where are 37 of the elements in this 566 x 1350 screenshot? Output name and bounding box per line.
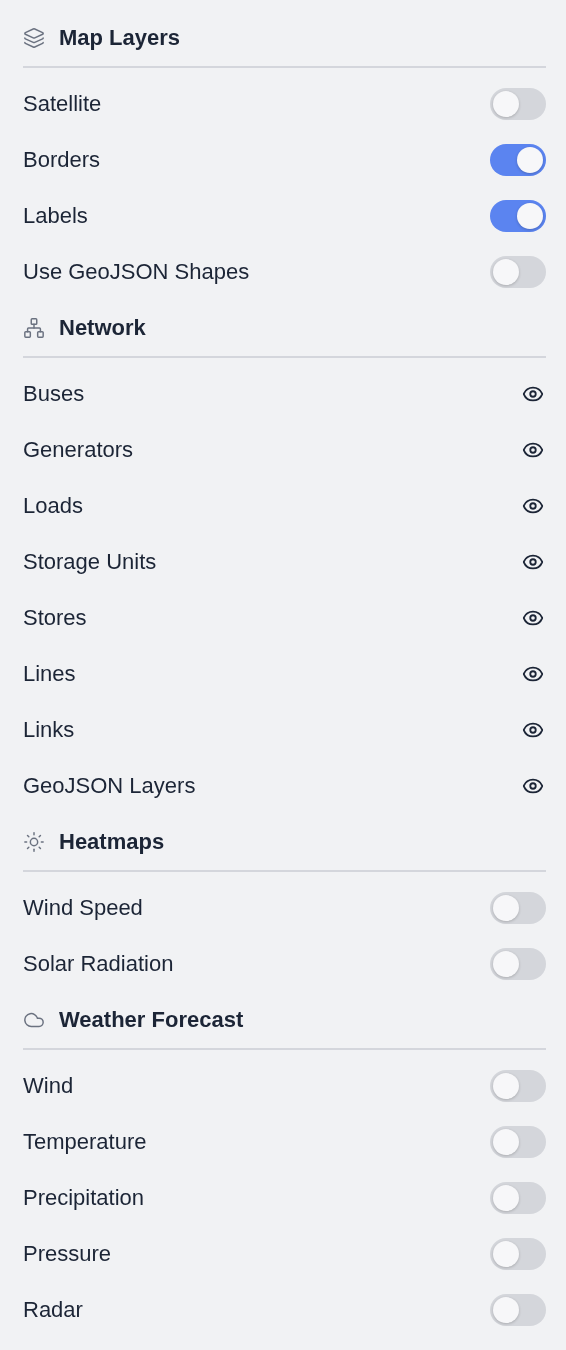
toggle-switch[interactable] bbox=[490, 200, 546, 232]
toggle-switch[interactable] bbox=[490, 1126, 546, 1158]
layer-label: Borders bbox=[23, 147, 101, 173]
toggle-switch[interactable] bbox=[490, 1070, 546, 1102]
layer-label: Stores bbox=[23, 605, 87, 631]
toggle-switch[interactable] bbox=[490, 88, 546, 120]
network-icon bbox=[23, 317, 45, 339]
layer-label: Links bbox=[23, 717, 75, 743]
layer-label: Wind Speed bbox=[23, 895, 143, 921]
layer-label: Precipitation bbox=[23, 1185, 145, 1211]
layer-label: Buses bbox=[23, 381, 85, 407]
layer-label: Wind bbox=[23, 1073, 74, 1099]
layer-label: Loads bbox=[23, 493, 83, 519]
sun-icon bbox=[23, 831, 45, 853]
toggle-switch[interactable] bbox=[490, 144, 546, 176]
toggle-switch[interactable] bbox=[490, 948, 546, 980]
layer-label: Solar Radiation bbox=[23, 951, 174, 977]
toggle-switch[interactable] bbox=[490, 1238, 546, 1270]
layer-label: Pressure bbox=[23, 1241, 112, 1267]
layer-label: Satellite bbox=[23, 91, 102, 117]
layers-icon bbox=[23, 27, 45, 49]
toggle-switch[interactable] bbox=[490, 1294, 546, 1326]
toggle-switch[interactable] bbox=[490, 256, 546, 288]
section-title: Map Layers bbox=[59, 25, 181, 51]
section-title: Heatmaps bbox=[59, 829, 165, 855]
section-title: Weather Forecast bbox=[59, 1007, 244, 1033]
section-title: Network bbox=[59, 315, 146, 341]
layer-label: Radar bbox=[23, 1297, 83, 1323]
layer-label: Lines bbox=[23, 661, 76, 687]
layer-label: Labels bbox=[23, 203, 88, 229]
layer-label: Temperature bbox=[23, 1129, 147, 1155]
layer-label: Use GeoJSON Shapes bbox=[23, 259, 250, 285]
layer-label: Generators bbox=[23, 437, 134, 463]
toggle-switch[interactable] bbox=[490, 892, 546, 924]
layer-label: GeoJSON Layers bbox=[23, 773, 196, 799]
layer-label: Storage Units bbox=[23, 549, 157, 575]
toggle-switch[interactable] bbox=[490, 1182, 546, 1214]
